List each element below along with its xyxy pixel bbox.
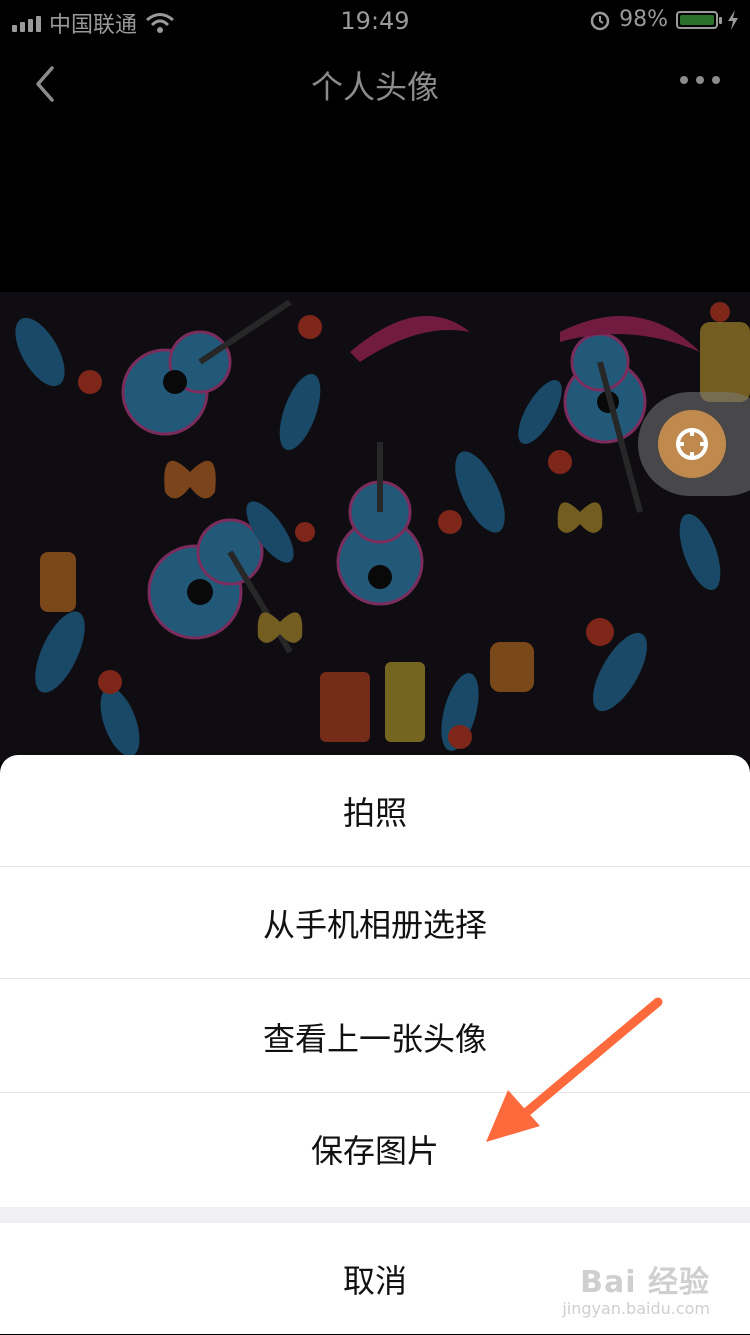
- choose-from-album-option[interactable]: 从手机相册选择: [0, 867, 750, 979]
- annotation-arrow-icon: [486, 997, 663, 1142]
- charging-icon: [728, 9, 738, 30]
- more-dots-icon[interactable]: [680, 76, 720, 84]
- battery-percent: 98%: [619, 7, 668, 32]
- sheet-divider-gap: [0, 1207, 750, 1223]
- watermark-url: jingyan.baidu.com: [562, 1299, 710, 1318]
- floating-assist-button[interactable]: [638, 392, 750, 496]
- image-dim-overlay: [0, 292, 750, 762]
- alarm-icon: [590, 11, 610, 30]
- compass-icon: [658, 410, 726, 478]
- avatar-image[interactable]: [0, 292, 750, 762]
- status-bar: 中国联通 19:49 98%: [0, 0, 750, 40]
- page-title: 个人头像: [310, 68, 439, 106]
- baidu-jingyan-watermark: Bai 经验 jingyan.baidu.com: [562, 1257, 710, 1318]
- take-photo-option[interactable]: 拍照: [0, 755, 750, 867]
- battery-icon: [676, 10, 722, 29]
- status-right: 98%: [589, 7, 740, 32]
- watermark-logo: Bai 经验: [580, 1265, 710, 1300]
- nav-bar: 个人头像: [0, 40, 750, 128]
